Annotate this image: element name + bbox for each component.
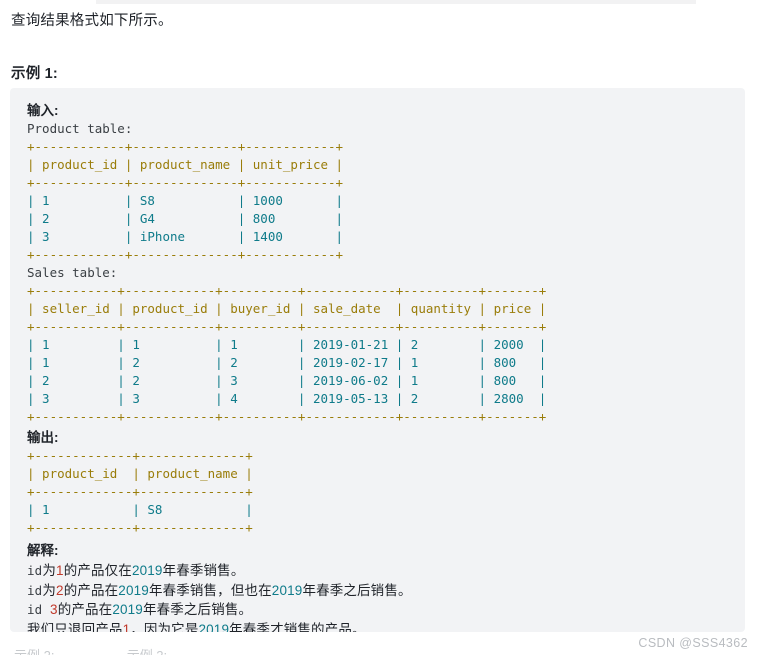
- product-table-rule-top: +------------+--------------+-----------…: [27, 139, 344, 154]
- example-code-block: 输入: Product table: +------------+-------…: [10, 88, 745, 632]
- output-table-rule-mid: +-------------+--------------+: [27, 484, 253, 499]
- clipped-next-section-text: 示例 2: 示例 2:: [14, 648, 514, 655]
- sales-table-row: | 3 | 3 | 4 | 2019-05-13 | 2 | 2800 |: [27, 391, 547, 406]
- clipped-next-section: 示例 2: 示例 2:: [14, 648, 514, 655]
- output-table-rule-top: +-------------+--------------+: [27, 448, 253, 463]
- sales-table-rule-top: +-----------+------------+----------+---…: [27, 283, 547, 298]
- explanation-year: 2019: [198, 621, 230, 633]
- explanation-label: 解释:: [27, 543, 59, 558]
- example-heading: 示例 1:: [11, 66, 58, 82]
- product-table-caption: Product table:: [27, 121, 133, 136]
- output-table-header: | product_id | product_name |: [27, 465, 745, 483]
- explanation-section: 解释: id为1的产品仅在2019年春季销售。 id为2的产品在2019年春季销…: [27, 541, 745, 632]
- product-table-header: | product_id | product_name | unit_price…: [27, 156, 745, 174]
- explanation-digit: 1: [122, 621, 131, 633]
- product-table-row: | 2 | G4 | 800 |: [27, 211, 344, 226]
- input-label: 输入:: [27, 103, 59, 118]
- explanation-year: 2019: [118, 582, 149, 598]
- explanation-year: 2019: [112, 602, 143, 617]
- product-table-rule-mid: +------------+--------------+-----------…: [27, 175, 344, 190]
- intro-text: 查询结果格式如下所示。: [11, 13, 173, 29]
- sales-table-header: | seller_id | product_id | buyer_id | sa…: [27, 300, 745, 318]
- product-table-rule-bottom: +------------+--------------+-----------…: [27, 247, 344, 262]
- explanation-year: 2019: [271, 582, 303, 598]
- output-table-rule-bottom: +-------------+--------------+: [27, 520, 253, 535]
- explanation-line: id为2的产品在2019年春季销售，但也在2019年春季之后销售。: [27, 582, 412, 598]
- sales-table-rule-bottom: +-----------+------------+----------+---…: [27, 409, 547, 424]
- sales-table-rule-mid: +-----------+------------+----------+---…: [27, 319, 547, 334]
- explanation-digit: 1: [56, 563, 64, 578]
- product-table-row: | 1 | S8 | 1000 |: [27, 193, 344, 208]
- explanation-line: id 3的产品在2019年春季之后销售。: [27, 602, 253, 617]
- explanation-line: id为1的产品仅在2019年春季销售。: [27, 563, 245, 578]
- explanation-year: 2019: [131, 563, 163, 578]
- sales-table-row: | 2 | 2 | 3 | 2019-06-02 | 1 | 800 |: [27, 373, 547, 388]
- explanation-id-token: id: [27, 602, 51, 617]
- output-table-header-text: | product_id | product_name |: [27, 466, 253, 481]
- explanation-id-token: id: [27, 563, 43, 578]
- output-label: 输出:: [27, 430, 59, 445]
- product-table-row: | 3 | iPhone | 1400 |: [27, 229, 344, 244]
- explanation-digit: 2: [56, 582, 64, 598]
- sales-table-caption: Sales table:: [27, 265, 118, 280]
- product-table-header-text: | product_id | product_name | unit_price…: [27, 157, 344, 172]
- top-tab-strip: [96, 0, 696, 4]
- explanation-line: 我们只退回产品1，因为它是2019年春季才销售的产品。: [27, 620, 745, 633]
- output-table-row: | 1 | S8 |: [27, 502, 253, 517]
- csdn-watermark: CSDN @SSS4362: [638, 636, 748, 650]
- explanation-digit: 3: [50, 602, 58, 617]
- sales-table-row: | 1 | 2 | 2 | 2019-02-17 | 1 | 800 |: [27, 355, 547, 370]
- explanation-id-token: id: [27, 582, 43, 598]
- sales-table-header-text: | seller_id | product_id | buyer_id | sa…: [27, 301, 547, 316]
- sales-table-row: | 1 | 1 | 1 | 2019-01-21 | 2 | 2000 |: [27, 337, 547, 352]
